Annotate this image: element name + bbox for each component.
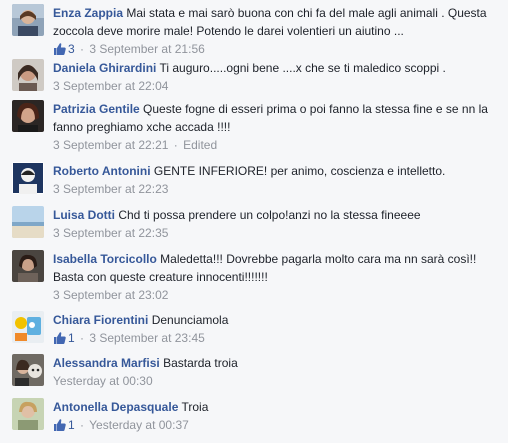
comment-item: Alessandra Marfisi Bastarda troia Yester… (0, 354, 508, 390)
comment-item: Daniela Ghirardini Ti auguro.....ogni be… (0, 59, 508, 95)
comment-timestamp[interactable]: 3 September at 22:21 (53, 138, 168, 152)
avatar[interactable] (12, 162, 44, 194)
meta-separator: · (80, 331, 85, 345)
avatar[interactable] (12, 4, 44, 36)
comment-meta: 1 · Yesterday at 00:37 (53, 417, 500, 434)
comment-item: Patrizia Gentile Queste fogne di esseri … (0, 100, 508, 155)
comment-author-link[interactable]: Daniela Ghirardini (53, 61, 156, 75)
edited-label[interactable]: Edited (183, 138, 217, 152)
comment-timestamp[interactable]: Yesterday at 00:30 (53, 374, 153, 388)
comment-meta: 3 September at 22:04 (53, 78, 500, 95)
comment-meta: 3 September at 23:02 (53, 287, 500, 304)
avatar[interactable] (12, 59, 44, 91)
comment-text: GENTE INFERIORE! per animo, coscienza e … (153, 164, 446, 178)
avatar[interactable] (12, 398, 44, 430)
comment-meta: 3 September at 22:21 · Edited (53, 137, 500, 154)
comment-item: Luisa Dotti Chd ti possa prendere un col… (0, 206, 508, 242)
comment-meta: 3 September at 22:23 (53, 181, 500, 198)
comment-timestamp[interactable]: 3 September at 23:02 (53, 288, 168, 302)
like-count: 1 (68, 418, 75, 432)
comment-item: Enza Zappia Mai stata e mai sarò buona c… (0, 4, 508, 56)
comment-list: Enza Zappia Mai stata e mai sarò buona c… (0, 0, 508, 443)
comment-meta: 3 · 3 September at 21:56 (53, 41, 500, 58)
comment-meta: Yesterday at 00:30 (53, 373, 500, 390)
comment-author-link[interactable]: Luisa Dotti (53, 208, 115, 222)
comment-item: Antonella Depasquale Troia 1 · Yesterday… (0, 398, 508, 434)
comment-item: Isabella Torcicollo Maledetta!!! Dovrebb… (0, 250, 508, 304)
comment-text: Chd ti possa prendere un colpo!anzi no l… (118, 208, 421, 222)
comment-item: Chiara Fiorentini Denunciamola 1 · 3 Sep… (0, 311, 508, 347)
avatar[interactable] (12, 206, 44, 238)
like-count: 3 (68, 42, 75, 56)
comment-timestamp[interactable]: 3 September at 22:35 (53, 226, 168, 240)
comment-timestamp[interactable]: 3 September at 22:23 (53, 182, 168, 196)
comment-meta: 1 · 3 September at 23:45 (53, 330, 500, 347)
comment-author-link[interactable]: Enza Zappia (53, 6, 123, 20)
comment-item: Roberto Antonini GENTE INFERIORE! per an… (0, 162, 508, 198)
comment-author-link[interactable]: Alessandra Marfisi (53, 356, 160, 370)
comment-author-link[interactable]: Isabella Torcicollo (53, 252, 157, 266)
thumbs-up-icon (54, 43, 66, 55)
comment-timestamp[interactable]: Yesterday at 00:37 (89, 418, 189, 432)
comment-timestamp[interactable]: 3 September at 22:04 (53, 79, 168, 93)
like-count: 1 (68, 331, 75, 345)
comment-text: Ti auguro.....ogni bene ....x che se ti … (159, 61, 446, 75)
thumbs-up-icon (54, 332, 66, 344)
comment-text: Denunciamola (151, 313, 229, 327)
comment-timestamp[interactable]: 3 September at 21:56 (89, 42, 204, 56)
thumbs-up-icon (54, 419, 66, 431)
comment-timestamp[interactable]: 3 September at 23:45 (89, 331, 204, 345)
like-reaction[interactable]: 3 (53, 42, 78, 56)
meta-separator: · (80, 42, 85, 56)
meta-separator: · (173, 138, 178, 152)
comment-author-link[interactable]: Patrizia Gentile (53, 102, 140, 116)
comment-meta: 3 September at 22:35 (53, 225, 500, 242)
comment-text: Bastarda troia (163, 356, 238, 370)
like-reaction[interactable]: 1 (53, 331, 78, 345)
comment-author-link[interactable]: Antonella Depasquale (53, 400, 178, 414)
like-reaction[interactable]: 1 (53, 418, 78, 432)
comment-text: Troia (181, 400, 209, 414)
comment-author-link[interactable]: Roberto Antonini (53, 164, 151, 178)
avatar[interactable] (12, 354, 44, 386)
meta-separator: · (80, 418, 85, 432)
avatar[interactable] (12, 100, 44, 132)
avatar[interactable] (12, 250, 44, 282)
avatar[interactable] (12, 311, 44, 343)
comment-author-link[interactable]: Chiara Fiorentini (53, 313, 148, 327)
